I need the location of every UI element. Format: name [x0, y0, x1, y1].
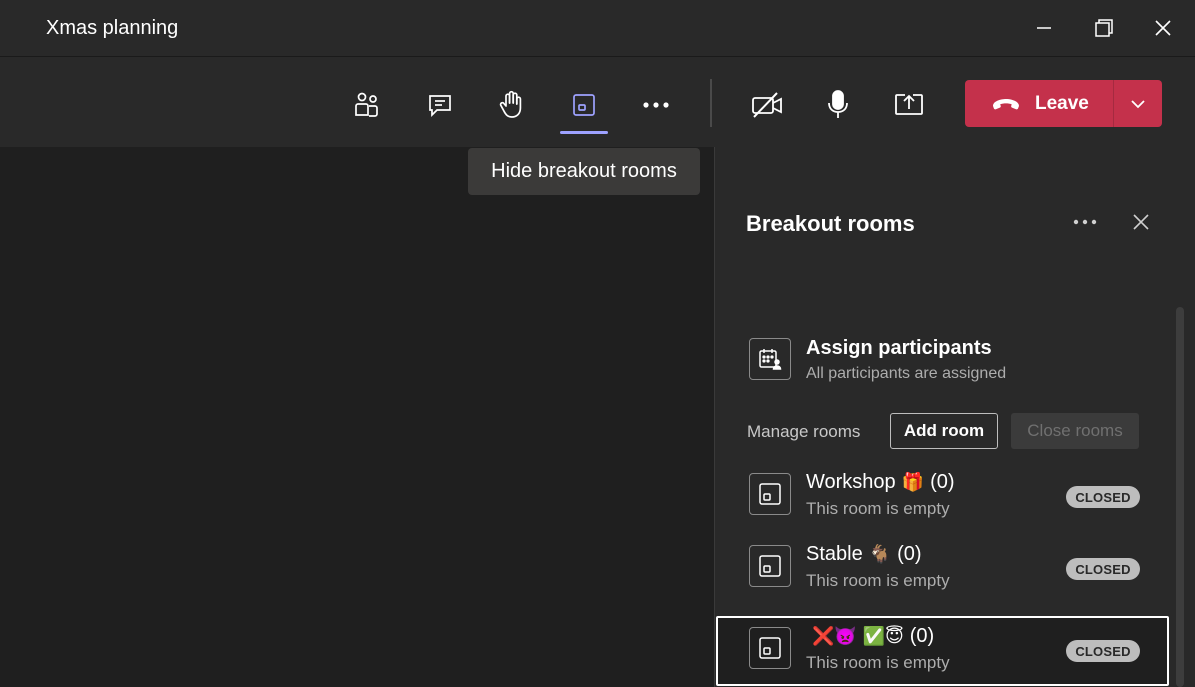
more-icon — [1073, 219, 1097, 225]
tooltip: Hide breakout rooms — [468, 148, 700, 195]
breakout-rooms-icon — [573, 94, 595, 116]
panel-close-button[interactable] — [1123, 207, 1159, 237]
meeting-toolbar: Leave — [0, 56, 1195, 147]
room-name: ❌👿 ✅😇 (0) — [806, 625, 934, 648]
toolbar-divider — [710, 79, 712, 127]
breakout-room-icon — [759, 555, 781, 577]
gift-emoji: 🎁 — [901, 472, 925, 493]
room-status: This room is empty — [806, 571, 950, 590]
share-button[interactable] — [887, 85, 931, 125]
close-icon — [1155, 20, 1171, 36]
leave-main[interactable]: Leave — [965, 80, 1113, 127]
panel-scrollbar[interactable] — [1176, 307, 1184, 687]
chevron-down-icon — [1131, 99, 1145, 108]
room-name: Workshop 🎁 (0) — [806, 471, 955, 494]
more-actions-button[interactable] — [634, 85, 678, 125]
room-name: Stable 🐐 (0) — [806, 543, 922, 566]
raise-hand-icon — [499, 90, 522, 118]
close-rooms-button[interactable]: Close rooms — [1011, 413, 1139, 449]
close-window-button[interactable] — [1143, 10, 1183, 46]
manage-rooms-label: Manage rooms — [747, 422, 861, 441]
status-badge: CLOSED — [1066, 486, 1140, 508]
breakout-rooms-panel: Breakout rooms Assign participants All p… — [714, 147, 1195, 687]
room-icon-box — [749, 545, 791, 587]
status-badge: CLOSED — [1066, 640, 1140, 662]
breakout-rooms-button[interactable] — [560, 85, 608, 134]
chat-button[interactable] — [418, 85, 462, 125]
restore-icon — [1095, 19, 1113, 37]
status-badge: CLOSED — [1066, 558, 1140, 580]
naughty-nice-emoji: ❌👿 ✅😇 — [812, 626, 904, 647]
close-icon — [1133, 214, 1149, 230]
room-icon-box — [749, 627, 791, 669]
more-icon — [643, 102, 669, 108]
room-count: (0) — [909, 625, 935, 647]
leave-label: Leave — [1035, 92, 1089, 114]
camera-button[interactable] — [745, 85, 789, 125]
meeting-stage — [0, 147, 714, 687]
room-item-naughty-nice[interactable]: ❌👿 ✅😇 (0) This room is empty CLOSED — [716, 616, 1169, 686]
window-title: Xmas planning — [46, 17, 179, 39]
leave-button[interactable]: Leave — [965, 80, 1162, 127]
camera-off-icon — [752, 92, 782, 118]
panel-more-button[interactable] — [1067, 207, 1103, 237]
room-title: Stable — [806, 543, 863, 565]
assign-participants[interactable]: Assign participants All participants are… — [749, 337, 1129, 387]
title-bar: Xmas planning — [0, 0, 1195, 56]
panel-title: Breakout rooms — [746, 211, 915, 236]
breakout-room-icon — [759, 483, 781, 505]
microphone-icon — [828, 90, 848, 118]
breakout-room-icon — [759, 637, 781, 659]
assign-subtitle: All participants are assigned — [806, 365, 1007, 382]
room-count: (0) — [897, 543, 922, 565]
maximize-button[interactable] — [1084, 10, 1124, 46]
assign-title: Assign participants — [806, 337, 992, 359]
minimize-icon — [1037, 27, 1051, 29]
room-count: (0) — [930, 471, 955, 493]
participants-button[interactable] — [345, 85, 389, 125]
share-icon — [895, 94, 923, 115]
room-item-stable[interactable]: Stable 🐐 (0) This room is empty CLOSED — [716, 534, 1169, 604]
add-room-button[interactable]: Add room — [890, 413, 998, 449]
phone-hangup-icon — [993, 98, 1019, 109]
microphone-button[interactable] — [816, 85, 860, 125]
minimize-button[interactable] — [1024, 10, 1064, 46]
room-status: This room is empty — [806, 653, 950, 672]
calendar-people-icon — [759, 349, 782, 370]
room-title: Workshop — [806, 471, 896, 493]
goat-emoji: 🐐 — [868, 544, 892, 565]
chat-icon — [429, 95, 451, 118]
leave-dropdown-button[interactable] — [1114, 80, 1162, 127]
people-icon — [355, 92, 378, 117]
assign-icon-box — [749, 338, 791, 380]
raise-hand-button[interactable] — [490, 85, 534, 125]
room-icon-box — [749, 473, 791, 515]
room-item-workshop[interactable]: Workshop 🎁 (0) This room is empty CLOSED — [716, 462, 1169, 532]
room-status: This room is empty — [806, 499, 950, 518]
